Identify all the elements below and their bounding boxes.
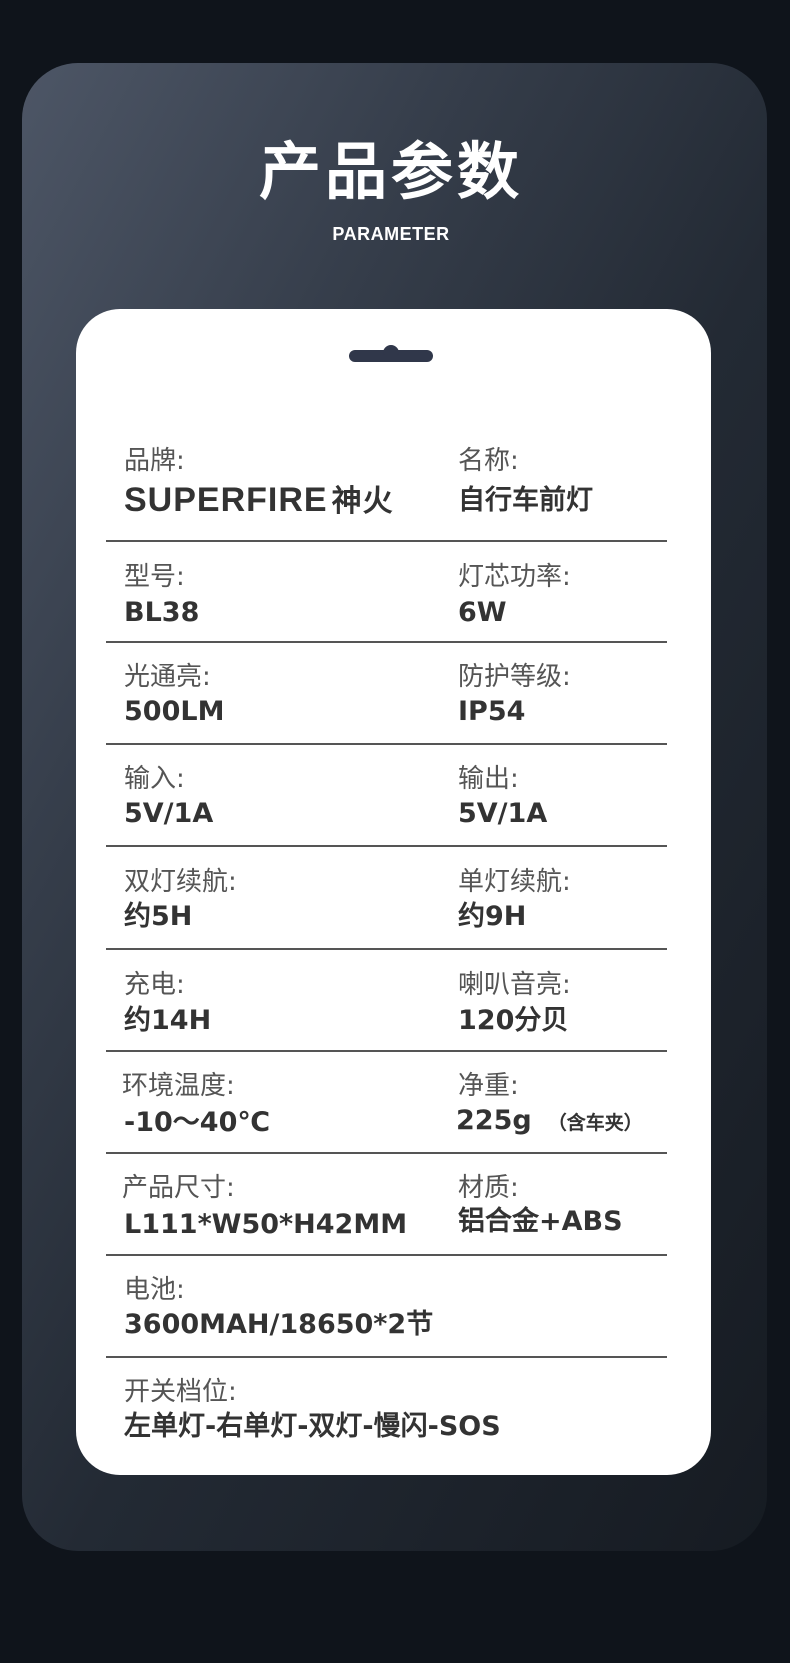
battery-value: 3600MAH/18650*2节 — [124, 1309, 434, 1340]
modes-label: 开关档位: — [124, 1377, 237, 1407]
output-label: 输出: — [458, 764, 519, 794]
model-value: BL38 — [124, 597, 200, 628]
horn-label: 喇叭音亮: — [458, 970, 571, 1000]
weight-label: 净重: — [458, 1071, 519, 1101]
row-divider — [106, 1152, 667, 1154]
output-value: 5V/1A — [458, 798, 548, 829]
brand-value: SUPERFIRE 神火 — [124, 483, 394, 519]
power-value: 6W — [458, 597, 507, 628]
battery-label: 电池: — [124, 1275, 185, 1305]
temperature-value: -10～40℃ — [124, 1107, 271, 1138]
input-value: 5V/1A — [124, 798, 214, 829]
size-label: 产品尺寸: — [122, 1173, 235, 1203]
page-title: 产品参数 — [258, 135, 523, 208]
brand-value-latin: SUPERFIRE — [124, 481, 328, 519]
material-label: 材质: — [458, 1173, 519, 1203]
input-label: 输入: — [124, 764, 185, 794]
row-divider — [106, 641, 667, 643]
single-runtime-value: 约9H — [458, 901, 527, 932]
horn-value: 120分贝 — [458, 1005, 569, 1036]
row-divider — [106, 1050, 667, 1052]
dual-runtime-value: 约5H — [124, 901, 193, 932]
protection-value: IP54 — [458, 696, 526, 727]
charge-value: 约14H — [124, 1005, 212, 1036]
brand-label: 品牌: — [124, 446, 185, 476]
brand-value-cn: 神火 — [331, 484, 394, 519]
protection-label: 防护等级: — [458, 662, 571, 692]
lumen-label: 光通亮: — [124, 662, 211, 692]
row-divider — [106, 743, 667, 745]
dual-runtime-label: 双灯续航: — [124, 867, 237, 897]
material-value: 铝合金+ABS — [458, 1206, 623, 1237]
row-divider — [106, 1356, 667, 1358]
page-subtitle: PARAMETER — [332, 224, 450, 244]
row-divider — [106, 540, 667, 542]
weight-note: （含车夹） — [547, 1112, 643, 1134]
name-label: 名称: — [458, 446, 519, 476]
row-divider — [106, 948, 667, 950]
model-label: 型号: — [124, 562, 185, 592]
power-label: 灯芯功率: — [458, 562, 571, 592]
name-value: 自行车前灯 — [458, 485, 593, 516]
modes-value: 左单灯-右单灯-双灯-慢闪-SOS — [124, 1411, 501, 1442]
size-value: L111*W50*H42MM — [124, 1209, 408, 1240]
lumen-value: 500LM — [124, 696, 225, 727]
hanger-icon — [349, 345, 433, 362]
weight-value-group: 225g （含车夹） — [456, 1104, 643, 1140]
single-runtime-label: 单灯续航: — [458, 867, 571, 897]
temperature-label: 环境温度: — [122, 1071, 235, 1101]
charge-label: 充电: — [124, 970, 185, 1000]
parameter-card: 品牌: SUPERFIRE 神火 名称: 自行车前灯 型号: BL38 灯芯功率:… — [76, 309, 711, 1475]
row-divider — [106, 845, 667, 847]
row-divider — [106, 1254, 667, 1256]
weight-value: 225g — [456, 1105, 532, 1136]
